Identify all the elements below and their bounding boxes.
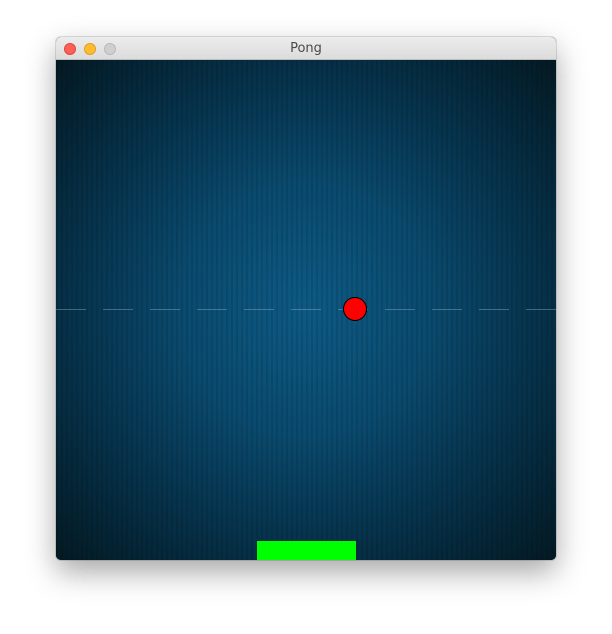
title-bar: Pong	[56, 37, 556, 60]
game-canvas[interactable]	[56, 60, 556, 560]
window-title: Pong	[290, 41, 322, 56]
center-line	[56, 309, 556, 310]
game-window: Pong	[56, 37, 556, 560]
player-paddle[interactable]	[257, 541, 356, 560]
ball	[343, 297, 367, 321]
